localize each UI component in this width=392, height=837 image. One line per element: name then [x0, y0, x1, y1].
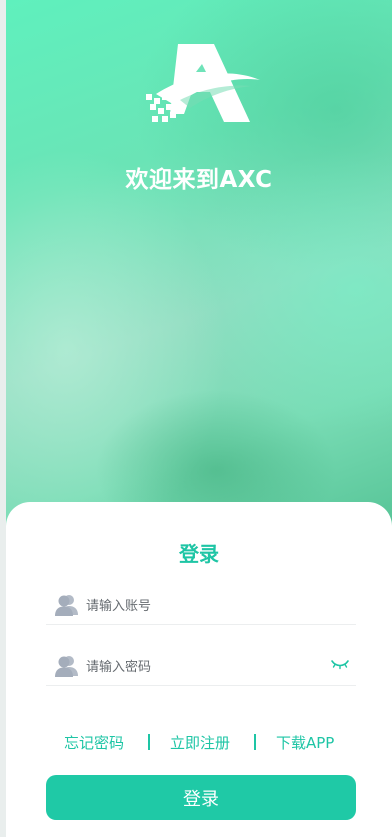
eye-closed-icon[interactable] — [330, 658, 350, 670]
account-field — [46, 590, 356, 625]
password-field — [46, 651, 356, 686]
download-app-link[interactable]: 下载APP — [276, 732, 334, 753]
login-title: 登录 — [179, 542, 219, 566]
account-input[interactable] — [86, 594, 316, 618]
link-divider — [148, 734, 150, 750]
register-link[interactable]: 立即注册 — [170, 732, 230, 753]
welcome-title: 欢迎来到AXC — [125, 167, 273, 193]
user-icon — [55, 595, 78, 616]
login-card: 登录 忘记密码 立即注册 下载APP 登录 — [6, 502, 392, 837]
user-icon — [55, 656, 78, 677]
link-divider — [254, 734, 256, 750]
axc-logo-icon — [146, 44, 260, 122]
login-button[interactable]: 登录 — [46, 775, 356, 820]
forgot-password-link[interactable]: 忘记密码 — [64, 732, 124, 753]
password-input[interactable] — [86, 655, 316, 679]
auth-links: 忘记密码 立即注册 下载APP — [6, 732, 392, 754]
